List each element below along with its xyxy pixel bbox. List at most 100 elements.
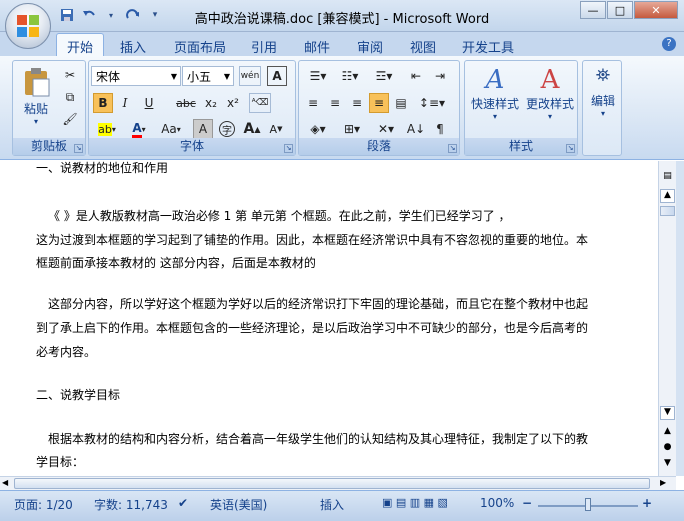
dialog-launcher-icon[interactable]: ↘ bbox=[74, 144, 83, 153]
tab-references[interactable]: 引用 bbox=[251, 35, 277, 58]
paste-icon bbox=[25, 68, 50, 97]
tab-home[interactable]: 开始 bbox=[56, 33, 105, 56]
view-buttons[interactable]: ▣ ▤ ▥ ▦ ▧ bbox=[382, 496, 448, 509]
paragraph-line: 框题前面承接本教材的 这部分内容，后面是本教材的 bbox=[36, 256, 316, 270]
change-styles-button[interactable]: A 更改样式 ▾ bbox=[523, 65, 577, 121]
numbering-icon[interactable]: ☷▾ bbox=[335, 66, 365, 86]
asian-layout-icon[interactable]: ✕▾ bbox=[371, 119, 401, 139]
multilevel-list-icon[interactable]: ☲▾ bbox=[369, 66, 399, 86]
quick-styles-icon: A bbox=[485, 65, 505, 95]
font-name-combo[interactable]: 宋体 ▼ bbox=[91, 66, 181, 86]
character-shading-button[interactable]: A bbox=[193, 119, 213, 139]
next-page-icon[interactable]: ▼ bbox=[660, 458, 675, 468]
paste-label: 粘贴 bbox=[23, 102, 48, 116]
ribbon: 粘贴 ▾ ✂ ⧉ 🖌 剪贴板 ↘ 宋体 ▼ 小五 ▼ wén A B I U abc… bbox=[0, 56, 684, 160]
bold-button[interactable]: B bbox=[93, 93, 113, 113]
paragraph-line: 《 》是人教版教材高一政治必修 1 第 单元第 个框题。在此之前，学生们已经学习… bbox=[48, 209, 511, 223]
dialog-launcher-icon[interactable]: ↘ bbox=[284, 144, 293, 153]
font-size-combo[interactable]: 小五 ▼ bbox=[182, 66, 234, 86]
font-color-button[interactable]: A ▾ bbox=[127, 119, 151, 139]
sort-icon[interactable]: A↓ bbox=[405, 119, 427, 139]
paragraph-line: 学目标： bbox=[36, 455, 85, 469]
scroll-h-thumb[interactable] bbox=[14, 478, 650, 489]
shading-icon[interactable]: ◈▾ bbox=[303, 119, 333, 139]
minimize-button[interactable]: — bbox=[580, 1, 606, 19]
help-icon[interactable]: ? bbox=[662, 37, 676, 51]
underline-button[interactable]: U bbox=[137, 93, 161, 113]
align-right-icon[interactable]: ≡ bbox=[347, 93, 367, 113]
zoom-thumb[interactable] bbox=[585, 498, 591, 511]
phonetic-guide-button[interactable]: wén bbox=[239, 66, 261, 86]
character-border-button[interactable]: A bbox=[267, 66, 287, 86]
copy-icon[interactable]: ⧉ bbox=[61, 87, 79, 107]
title-bar: ▾ ▾ 高中政治说课稿.doc [兼容模式] - Microsoft Word … bbox=[0, 0, 684, 32]
paragraph-line: 必考内容。 bbox=[36, 345, 97, 359]
office-button[interactable] bbox=[5, 3, 51, 49]
ribbon-tabs: 开始 插入 页面布局 引用 邮件 审阅 视图 开发工具 ? bbox=[0, 32, 684, 56]
tab-insert[interactable]: 插入 bbox=[120, 35, 146, 58]
status-bar: 页面: 1/20 字数: 11,743 ✔ 英语(美国) 插入 ▣ ▤ ▥ ▦ … bbox=[0, 490, 684, 521]
superscript-button[interactable]: x² bbox=[223, 93, 243, 113]
word-count[interactable]: 字数: 11,743 bbox=[94, 496, 168, 513]
justify-icon[interactable]: ≡ bbox=[369, 93, 389, 113]
proofing-icon[interactable]: ✔ bbox=[178, 496, 188, 510]
paste-button[interactable]: 粘贴 ▾ bbox=[19, 65, 53, 129]
clear-formatting-button[interactable]: ᴬ⌫ bbox=[249, 93, 271, 113]
font-group: 宋体 ▼ 小五 ▼ wén A B I U abc x₂ x² ᴬ⌫ ab ▾ A ▾ … bbox=[88, 60, 296, 156]
scroll-thumb[interactable] bbox=[660, 206, 675, 216]
page-count[interactable]: 页面: 1/20 bbox=[14, 496, 73, 513]
tab-review[interactable]: 审阅 bbox=[357, 35, 383, 58]
document-area[interactable]: 一、说教材的地位和作用 《 》是人教版教材高一政治必修 1 第 单元第 个框题。… bbox=[0, 161, 658, 476]
insert-mode[interactable]: 插入 bbox=[320, 496, 344, 513]
horizontal-scrollbar[interactable]: ◀ ▶ bbox=[0, 476, 676, 490]
zoom-in-button[interactable]: + bbox=[642, 496, 652, 510]
enclose-characters-icon[interactable]: 字 bbox=[217, 119, 237, 139]
zoom-out-button[interactable]: − bbox=[522, 496, 532, 510]
distributed-icon[interactable]: ▤ bbox=[391, 93, 411, 113]
italic-button[interactable]: I bbox=[115, 93, 135, 113]
editing-button[interactable]: ⛯ 编辑 ▾ bbox=[585, 65, 621, 118]
window-border bbox=[676, 161, 684, 476]
zoom-level[interactable]: 100% bbox=[480, 496, 514, 510]
heading-2: 二、说教学目标 bbox=[36, 388, 121, 402]
select-browse-object-icon[interactable]: ● bbox=[660, 442, 675, 452]
shrink-font-button[interactable]: A ▼ bbox=[265, 119, 287, 139]
subscript-button[interactable]: x₂ bbox=[201, 93, 221, 113]
font-label: 字体 bbox=[89, 138, 295, 155]
close-button[interactable]: ✕ bbox=[634, 1, 678, 19]
tab-mailings[interactable]: 邮件 bbox=[304, 35, 330, 58]
paragraph-line: 到了承上启下的作用。本框题包含的一些经济理论，是以后政治学习中不可缺少的部分，也… bbox=[36, 321, 589, 335]
scroll-left-button[interactable]: ◀ bbox=[2, 478, 8, 487]
dialog-launcher-icon[interactable]: ↘ bbox=[448, 144, 457, 153]
align-left-icon[interactable]: ≡ bbox=[303, 93, 323, 113]
scroll-right-button[interactable]: ▶ bbox=[660, 478, 666, 487]
scroll-down-button[interactable]: ▼ bbox=[660, 406, 675, 420]
paragraph-label: 段落 bbox=[299, 138, 459, 155]
change-styles-icon: A bbox=[540, 65, 560, 95]
tab-view[interactable]: 视图 bbox=[410, 35, 436, 58]
tab-page-layout[interactable]: 页面布局 bbox=[174, 35, 226, 58]
align-center-icon[interactable]: ≡ bbox=[325, 93, 345, 113]
styles-label: 样式 bbox=[465, 138, 577, 155]
change-case-button[interactable]: Aa ▾ bbox=[157, 119, 185, 139]
strikethrough-button[interactable]: abc bbox=[173, 93, 199, 113]
scroll-up-button[interactable]: ▲ bbox=[660, 189, 675, 203]
previous-page-icon[interactable]: ▲ bbox=[660, 426, 675, 436]
maximize-button[interactable]: □ bbox=[607, 1, 633, 19]
quick-styles-button[interactable]: A 快速样式 ▾ bbox=[469, 65, 521, 121]
increase-indent-icon[interactable]: ⇥ bbox=[429, 66, 451, 86]
grow-font-button[interactable]: A ▲ bbox=[241, 119, 263, 139]
line-spacing-icon[interactable]: ↕≡▾ bbox=[417, 93, 447, 113]
dialog-launcher-icon[interactable]: ↘ bbox=[566, 144, 575, 153]
vertical-scrollbar[interactable]: ▤ ▲ ▼ ▲ ● ▼ bbox=[658, 161, 676, 476]
tab-developer[interactable]: 开发工具 bbox=[462, 35, 514, 58]
cut-icon[interactable]: ✂ bbox=[61, 65, 79, 85]
bullets-icon[interactable]: ☰▾ bbox=[303, 66, 333, 86]
borders-icon[interactable]: ⊞▾ bbox=[337, 119, 367, 139]
highlight-button[interactable]: ab ▾ bbox=[93, 119, 121, 139]
format-painter-icon[interactable]: 🖌 bbox=[61, 109, 79, 129]
language-indicator[interactable]: 英语(美国) bbox=[210, 496, 267, 513]
ruler-toggle-icon[interactable]: ▤ bbox=[660, 171, 675, 181]
decrease-indent-icon[interactable]: ⇤ bbox=[405, 66, 427, 86]
show-marks-icon[interactable]: ¶ bbox=[429, 119, 451, 139]
